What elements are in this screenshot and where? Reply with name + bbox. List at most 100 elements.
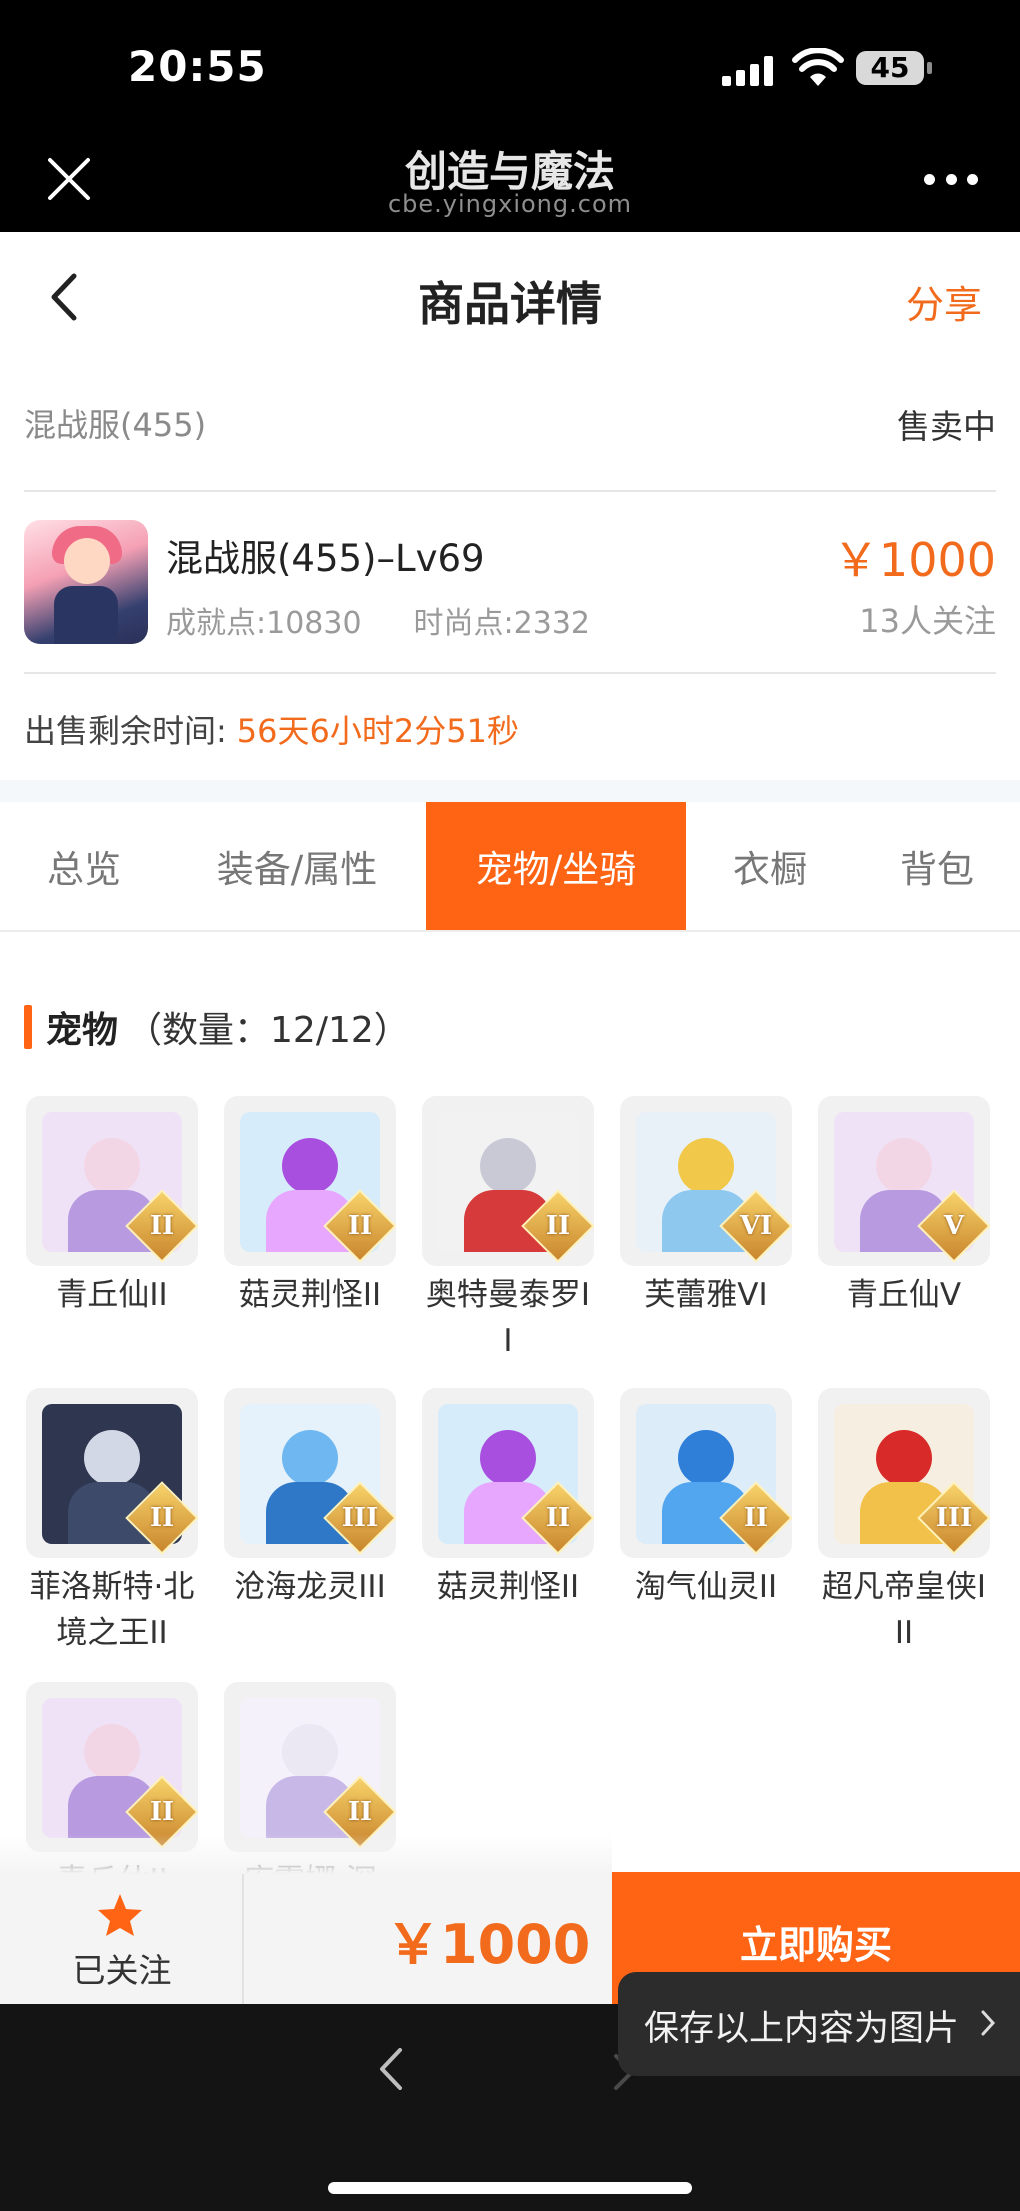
section-gap: [0, 780, 1020, 802]
pet-name: 菲洛斯特·北境之王II: [29, 1569, 195, 1651]
section-title-text: 宠物: [46, 1010, 119, 1051]
pet-item[interactable]: III 沧海龙灵III: [224, 1388, 396, 1610]
product-meta: 成就点:10830 时尚点:2332: [166, 598, 590, 642]
pet-thumbnail: II: [26, 1682, 198, 1852]
pet-image-head: [678, 1138, 734, 1194]
page-header: 商品详情 分享: [0, 232, 1020, 362]
wifi-icon: [792, 48, 844, 86]
pet-image-head: [876, 1138, 932, 1194]
pet-thumbnail: II: [422, 1096, 594, 1266]
signal-icon: [722, 54, 774, 86]
pet-image-head: [876, 1430, 932, 1486]
pet-name: 菇灵荆怪II: [436, 1569, 580, 1605]
divider: [24, 490, 996, 492]
divider: [24, 672, 996, 674]
product-price: ￥1000: [832, 533, 996, 587]
pet-item[interactable]: II 菲洛斯特·北境之王II: [26, 1388, 198, 1656]
tier-badge-text: II: [545, 1211, 571, 1241]
pet-image-head: [480, 1430, 536, 1486]
pet-item[interactable]: III 超凡帝皇侠III: [818, 1388, 990, 1656]
pet-thumbnail: III: [818, 1388, 990, 1558]
pet-image-head: [480, 1138, 536, 1194]
tab-equipment[interactable]: 装备/属性: [168, 802, 426, 930]
pet-item[interactable]: II 菇灵荆怪II: [422, 1388, 594, 1610]
tier-badge-text: II: [149, 1797, 175, 1827]
pet-image-head: [282, 1724, 338, 1780]
share-button[interactable]: 分享: [906, 274, 982, 329]
more-icon[interactable]: [924, 174, 978, 188]
pet-item[interactable]: II 青丘仙II: [26, 1096, 198, 1318]
pet-name: 沧海龙灵III: [234, 1569, 386, 1605]
watchers-count: 13人关注: [859, 602, 996, 640]
sale-status: 售卖中: [897, 407, 996, 446]
pets-section-title: 宠物 （数量：12/12）: [24, 1004, 410, 1051]
section-count: （数量：12/12）: [126, 1010, 410, 1051]
tier-badge-text: II: [347, 1211, 373, 1241]
pet-image-head: [282, 1430, 338, 1486]
achievement-points: 成就点:10830: [166, 606, 362, 641]
tier-badge-text: V: [943, 1211, 965, 1241]
pet-name: 淘气仙灵II: [634, 1569, 778, 1605]
server-name: 混战服(455): [24, 406, 207, 444]
server-row: 混战服(455) 售卖中: [24, 392, 996, 450]
follow-label: 已关注: [72, 1951, 172, 1990]
tab-pets[interactable]: 宠物/坐骑: [426, 802, 686, 930]
pet-name: 菇灵荆怪II: [238, 1277, 382, 1313]
tier-badge-text: II: [347, 1797, 373, 1827]
pet-image-head: [84, 1724, 140, 1780]
star-icon: [98, 1894, 142, 1936]
scroll-fade: [0, 1834, 612, 1874]
character-avatar: [24, 520, 148, 644]
pet-name: 奥特曼泰罗II: [425, 1277, 591, 1359]
pet-thumbnail: II: [26, 1388, 198, 1558]
pet-name: 超凡帝皇侠III: [821, 1569, 987, 1651]
save-tip-label: 保存以上内容为图片: [644, 2009, 960, 2049]
pet-thumbnail: II: [224, 1682, 396, 1852]
pet-thumbnail: VI: [620, 1096, 792, 1266]
pet-image-head: [678, 1430, 734, 1486]
remaining-value: 56天6小时2分51秒: [236, 712, 519, 750]
pet-thumbnail: II: [224, 1096, 396, 1266]
app-url: cbe.yingxiong.com: [387, 190, 633, 218]
nav-back-icon[interactable]: [376, 2044, 406, 2094]
pet-item[interactable]: VI 芙蕾雅VI: [620, 1096, 792, 1318]
tier-badge-text: VI: [739, 1211, 773, 1241]
chevron-right-icon: [981, 2010, 996, 2036]
pet-thumbnail: V: [818, 1096, 990, 1266]
tab-overview[interactable]: 总览: [0, 802, 168, 930]
tier-badge-text: II: [149, 1503, 175, 1533]
pet-item[interactable]: V 青丘仙V: [818, 1096, 990, 1318]
pet-thumbnail: III: [224, 1388, 396, 1558]
pet-item[interactable]: II 淘气仙灵II: [620, 1388, 792, 1610]
tier-badge-text: II: [743, 1503, 769, 1533]
pet-name: 青丘仙II: [56, 1277, 168, 1313]
pet-thumbnail: II: [26, 1096, 198, 1266]
tier-badge-text: III: [935, 1503, 973, 1533]
save-as-image-button[interactable]: 保存以上内容为图片: [618, 1972, 1020, 2076]
pet-image-head: [282, 1138, 338, 1194]
tab-wardrobe[interactable]: 衣橱: [686, 802, 854, 930]
pet-name: 芙蕾雅VI: [644, 1277, 768, 1313]
remaining-time: 出售剩余时间: 56天6小时2分51秒: [24, 706, 519, 752]
remaining-label: 出售剩余时间:: [24, 712, 227, 750]
home-indicator: [328, 2182, 692, 2194]
tier-badge-text: III: [341, 1503, 379, 1533]
fashion-points: 时尚点:2332: [413, 606, 591, 641]
tab-bag[interactable]: 背包: [854, 802, 1020, 930]
pet-item[interactable]: II 菇灵荆怪II: [224, 1096, 396, 1318]
status-time: 20:55: [128, 42, 267, 91]
tier-badge-text: II: [149, 1211, 175, 1241]
tier-badge-text: II: [545, 1503, 571, 1533]
pet-thumbnail: II: [620, 1388, 792, 1558]
pet-item[interactable]: II 奥特曼泰罗II: [422, 1096, 594, 1364]
pet-image-head: [84, 1138, 140, 1194]
battery-icon: 45: [856, 51, 932, 85]
detail-tabs: 总览 装备/属性 宠物/坐骑 衣橱 背包: [0, 802, 1020, 932]
pet-thumbnail: II: [422, 1388, 594, 1558]
section-marker: [24, 1005, 32, 1049]
product-name: 混战服(455)–Lv69: [166, 537, 485, 580]
follow-button[interactable]: 已关注: [0, 1874, 244, 2004]
page-title: 商品详情: [418, 277, 602, 331]
pet-image-head: [84, 1430, 140, 1486]
pet-name: 青丘仙V: [846, 1277, 962, 1313]
